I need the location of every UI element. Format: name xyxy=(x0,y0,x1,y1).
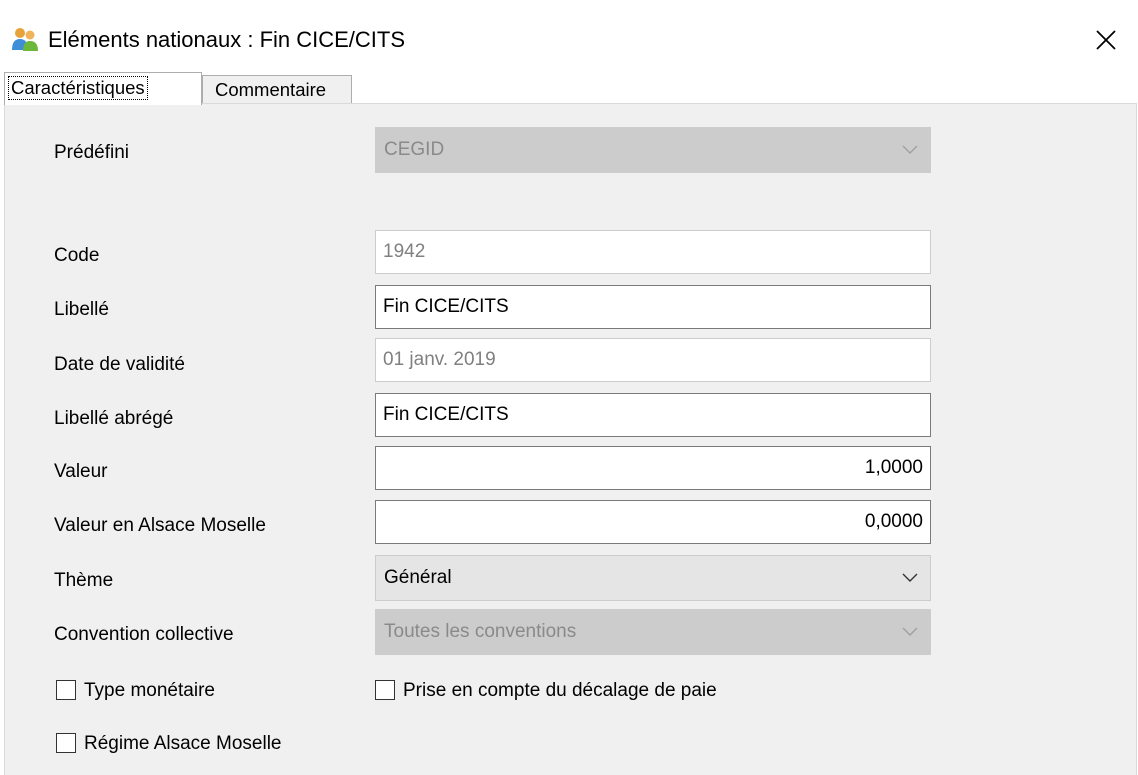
close-icon[interactable] xyxy=(1088,22,1124,58)
tab-commentaire-label: Commentaire xyxy=(215,79,327,100)
libelle-field[interactable]: Fin CICE/CITS xyxy=(375,285,931,329)
chevron-down-icon xyxy=(902,627,918,636)
code-value: 1942 xyxy=(383,241,426,262)
code-field: 1942 xyxy=(375,230,931,274)
valeur-alsace-field[interactable]: 0,0000 xyxy=(375,500,931,544)
libelle-abrege-label: Libellé abrégé xyxy=(54,408,174,429)
valeur-alsace-value: 0,0000 xyxy=(864,511,923,532)
theme-value: Général xyxy=(384,567,452,588)
valeur-field[interactable]: 1,0000 xyxy=(375,446,931,490)
date-validite-label: Date de validité xyxy=(54,354,185,375)
valeur-alsace-label: Valeur en Alsace Moselle xyxy=(54,515,266,536)
tab-panel xyxy=(4,103,1137,775)
code-label: Code xyxy=(54,245,100,266)
tab-strip: Caractéristiques Commentaire xyxy=(0,72,1138,105)
libelle-label: Libellé xyxy=(54,299,109,320)
people-icon xyxy=(12,28,38,51)
regime-alsace-checkbox[interactable] xyxy=(56,733,76,753)
convention-select: Toutes les conventions xyxy=(375,609,931,655)
predefini-label: Prédéfini xyxy=(54,142,129,163)
date-validite-value: 01 janv. 2019 xyxy=(383,349,496,370)
predefini-value: CEGID xyxy=(384,139,445,160)
tab-caracteristiques[interactable]: Caractéristiques xyxy=(4,72,202,105)
regime-alsace-label: Régime Alsace Moselle xyxy=(84,733,282,754)
tab-commentaire[interactable]: Commentaire xyxy=(202,75,352,105)
valeur-label: Valeur xyxy=(54,461,108,482)
prise-en-compte-label: Prise en compte du décalage de paie xyxy=(403,680,717,701)
tab-caracteristiques-label: Caractéristiques xyxy=(8,76,148,100)
convention-label: Convention collective xyxy=(54,624,234,645)
chevron-down-icon xyxy=(902,573,918,582)
type-monetaire-checkbox[interactable] xyxy=(56,680,76,700)
predefini-select: CEGID xyxy=(375,127,931,173)
valeur-value: 1,0000 xyxy=(864,457,923,478)
title-bar: Eléments nationaux : Fin CICE/CITS xyxy=(0,0,1138,78)
theme-select[interactable]: Général xyxy=(375,555,931,601)
window-title: Eléments nationaux : Fin CICE/CITS xyxy=(48,27,406,52)
date-validite-field: 01 janv. 2019 xyxy=(375,338,931,382)
type-monetaire-label: Type monétaire xyxy=(84,680,215,701)
libelle-abrege-value: Fin CICE/CITS xyxy=(383,404,509,425)
prise-en-compte-checkbox[interactable] xyxy=(375,680,395,700)
libelle-abrege-field[interactable]: Fin CICE/CITS xyxy=(375,393,931,437)
theme-label: Thème xyxy=(54,570,114,591)
chevron-down-icon xyxy=(902,145,918,154)
libelle-value: Fin CICE/CITS xyxy=(383,296,509,317)
convention-value: Toutes les conventions xyxy=(384,621,577,642)
